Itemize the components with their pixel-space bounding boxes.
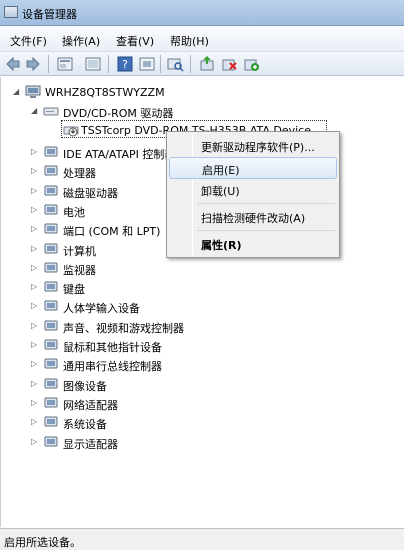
- menu-file[interactable]: 文件(F): [10, 33, 47, 49]
- expand-icon[interactable]: ▷: [31, 437, 39, 446]
- dvd-drive-icon: [43, 104, 59, 118]
- status-bar: 启用所选设备。: [0, 528, 404, 550]
- category-label: DVD/CD-ROM 驱动器: [63, 107, 174, 120]
- forward-icon[interactable]: [24, 55, 42, 73]
- enable-icon[interactable]: [242, 55, 260, 73]
- expand-icon[interactable]: ▷: [31, 244, 39, 253]
- category-label: 网络适配器: [63, 398, 118, 412]
- expand-icon[interactable]: ▷: [31, 398, 39, 407]
- menu-view[interactable]: 查看(V): [116, 33, 154, 49]
- category-label: 通用串行总线控制器: [63, 360, 162, 374]
- category-label: 系统设备: [63, 418, 107, 432]
- collapse-icon[interactable]: ◢: [31, 107, 39, 115]
- category-label: 监视器: [63, 263, 96, 277]
- device-manager-icon: [4, 6, 18, 18]
- computer-category-icon: [43, 242, 59, 256]
- uninstall-icon[interactable]: [220, 55, 238, 73]
- expand-icon[interactable]: ▷: [31, 302, 39, 310]
- expand-icon[interactable]: ▷: [31, 360, 39, 368]
- expand-icon[interactable]: ▷: [31, 321, 39, 330]
- monitor-icon: [43, 261, 59, 275]
- update-driver-icon[interactable]: [198, 55, 216, 73]
- disabled-dvd-icon: [63, 123, 79, 137]
- title-bar: 设备管理器: [0, 0, 404, 26]
- category-label: 计算机: [63, 244, 96, 258]
- menu-help[interactable]: 帮助(H): [170, 33, 209, 49]
- category-label: 端口 (COM 和 LPT): [63, 225, 161, 239]
- help-icon[interactable]: ?: [116, 55, 134, 73]
- disk-drive-icon: [43, 184, 59, 198]
- expand-icon[interactable]: ▷: [31, 186, 39, 195]
- menu-bar: 文件(F) 操作(A) 查看(V) 帮助(H): [0, 26, 404, 52]
- category-label: 声音、视频和游戏控制器: [63, 321, 184, 335]
- properties-view-icon[interactable]: [56, 55, 74, 73]
- expand-icon[interactable]: ▷: [31, 167, 39, 175]
- list-icon[interactable]: [84, 55, 102, 73]
- category-label: 键盘: [63, 283, 85, 297]
- expand-icon[interactable]: ▷: [31, 263, 39, 272]
- network-icon: [43, 396, 59, 410]
- system-device-icon: [43, 415, 59, 429]
- collapse-icon[interactable]: ◢: [13, 88, 21, 96]
- context-menu: 更新驱动程序软件(P)... 启用(E) 卸载(U) 扫描检测硬件改动(A) 属…: [166, 131, 340, 258]
- port-icon: [43, 222, 59, 236]
- imaging-icon: [43, 377, 59, 391]
- svg-text:?: ?: [122, 58, 128, 71]
- expand-icon[interactable]: ▷: [31, 379, 39, 388]
- hid-icon: [43, 299, 59, 313]
- category-label: IDE ATA/ATAPI 控制器: [63, 148, 176, 161]
- show-hidden-icon[interactable]: [138, 55, 156, 73]
- category-label: 电池: [63, 205, 85, 219]
- status-text: 启用所选设备。: [4, 536, 81, 549]
- back-icon[interactable]: [4, 55, 22, 73]
- mouse-icon: [43, 338, 59, 352]
- expand-icon[interactable]: ▷: [31, 148, 39, 156]
- computer-icon: [25, 85, 41, 99]
- properties-menu-item[interactable]: 属性(R): [169, 233, 337, 255]
- category-label: 鼠标和其他指针设备: [63, 341, 162, 354]
- expand-icon[interactable]: ▷: [31, 341, 39, 349]
- display-adapter-icon: [43, 435, 59, 449]
- expand-icon[interactable]: ▷: [31, 283, 39, 291]
- uninstall-menu-item[interactable]: 卸载(U): [169, 179, 337, 201]
- category-label: 图像设备: [63, 379, 107, 393]
- expand-icon[interactable]: ▷: [31, 205, 39, 214]
- window-title: 设备管理器: [22, 8, 77, 21]
- category-label: 显示适配器: [63, 437, 118, 451]
- update-driver-menu-item[interactable]: 更新驱动程序软件(P)...: [169, 135, 337, 157]
- menu-action[interactable]: 操作(A): [62, 33, 100, 49]
- enable-menu-item[interactable]: 启用(E): [169, 157, 337, 179]
- scan-hardware-menu-item[interactable]: 扫描检测硬件改动(A): [169, 206, 337, 228]
- expand-icon[interactable]: ▷: [31, 418, 39, 426]
- category-label: 人体学输入设备: [63, 302, 140, 316]
- usb-icon: [43, 357, 59, 371]
- category-label: 处理器: [63, 167, 96, 181]
- toolbar: ?: [0, 52, 404, 76]
- category-label: 磁盘驱动器: [63, 186, 118, 200]
- processor-icon: [43, 164, 59, 178]
- computer-name: WRHZ8QT8STWYZZM: [45, 86, 165, 99]
- battery-icon: [43, 203, 59, 217]
- scan-icon[interactable]: [166, 55, 184, 73]
- ide-controller-icon: [43, 145, 59, 159]
- sound-icon: [43, 319, 59, 333]
- keyboard-icon: [43, 280, 59, 294]
- expand-icon[interactable]: ▷: [31, 225, 39, 233]
